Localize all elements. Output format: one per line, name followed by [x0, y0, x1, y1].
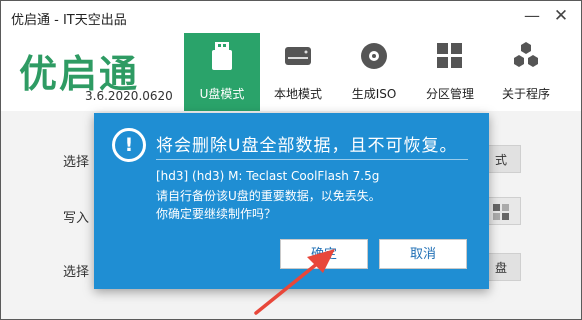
nav-local-mode-label: 本地模式: [273, 87, 322, 101]
nav-partition-manager-label: 分区管理: [425, 87, 474, 101]
ok-button[interactable]: 确定: [280, 239, 368, 269]
partition-grid-icon: [437, 43, 462, 68]
cancel-button[interactable]: 取消: [379, 239, 467, 269]
nav-about[interactable]: 关于程序: [488, 33, 564, 111]
warning-icon: !: [112, 128, 146, 162]
dialog-title: 将会删除U盘全部数据，且不可恢复。: [156, 136, 458, 156]
window-title: 优启通 - IT天空出品: [11, 13, 127, 28]
nav-usb-mode[interactable]: U盘模式: [184, 33, 260, 111]
row-label-select-mode: 选择: [63, 155, 90, 170]
backup-warning: 请自行备份该U盘的重要数据，以免丢失。: [156, 189, 381, 203]
confirm-dialog: ! 将会删除U盘全部数据，且不可恢复。 [hd3] (hd3) M: Tecla…: [94, 113, 489, 289]
row-label-write: 写入: [63, 211, 90, 226]
close-button[interactable]: ✕: [549, 5, 573, 27]
header: 优启通 3.6.2020.0620 U盘模式 本地模式 生成ISO 分区管理 关…: [1, 33, 581, 111]
nav-local-mode[interactable]: 本地模式: [260, 33, 336, 111]
grid-pattern-icon: [493, 204, 509, 220]
row-label-select-disk: 选择: [63, 265, 90, 280]
hard-disk-icon: [285, 47, 311, 65]
nav-partition-manager[interactable]: 分区管理: [412, 33, 488, 111]
usb-drive-icon: [212, 42, 232, 70]
nav-usb-mode-label: U盘模式: [199, 87, 245, 101]
disc-icon: [361, 43, 387, 69]
continue-question: 你确定要继续制作吗？: [156, 207, 277, 221]
hexagon-cluster-icon: [514, 42, 538, 67]
nav-about-label: 关于程序: [501, 87, 550, 101]
dialog-divider: [156, 159, 468, 160]
device-info: [hd3] (hd3) M: Teclast CoolFlash 7.5g: [156, 169, 380, 183]
nav-generate-iso[interactable]: 生成ISO: [336, 33, 412, 111]
minimize-button[interactable]: —: [520, 5, 544, 27]
title-bar: 优启通 - IT天空出品 — ✕: [1, 1, 581, 33]
nav-generate-iso-label: 生成ISO: [351, 87, 397, 101]
app-window: 优启通 - IT天空出品 — ✕ 优启通 3.6.2020.0620 U盘模式 …: [0, 0, 582, 320]
version-label: 3.6.2020.0620: [85, 89, 173, 103]
